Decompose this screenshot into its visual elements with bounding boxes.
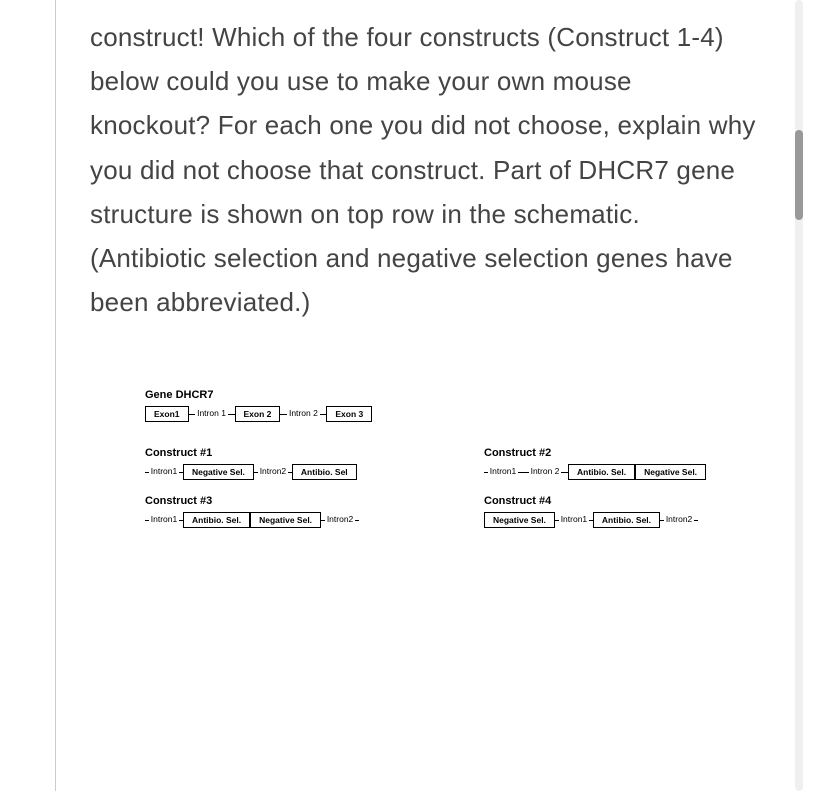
c1-seg3: Antibio. Sel	[292, 464, 357, 480]
gene-exon3: Exon 3	[326, 406, 372, 422]
c2-seg3: Negative Sel.	[635, 464, 706, 480]
c2-seg0: Intron1	[484, 472, 522, 473]
c2-seg0-label: Intron1	[488, 466, 518, 476]
c1-seg1: Negative Sel.	[183, 464, 254, 480]
gene-exon1: Exon1	[145, 406, 189, 422]
c4-seg3: Intron2	[660, 520, 698, 521]
c1-seg0: Intron1	[145, 472, 183, 473]
page-container: construct! Which of the four constructs …	[0, 0, 828, 791]
gene-intron1: Intron 1	[189, 414, 235, 415]
constructs-grid: Construct #1 Intron1 Negative Sel. Intro…	[145, 447, 768, 528]
gene-structure: Exon1 Intron 1 Exon 2 Intron 2 Exon 3	[145, 406, 768, 422]
construct-3: Construct #3 Intron1 Antibio. Sel. Negat…	[145, 495, 429, 528]
construct-3-title: Construct #3	[145, 495, 429, 507]
c2-seg2: Antibio. Sel.	[568, 464, 635, 480]
c1-seg2: Intron2	[254, 472, 292, 473]
scrollbar-track[interactable]	[795, 0, 803, 791]
question-text: construct! Which of the four constructs …	[80, 0, 768, 324]
c4-seg2: Antibio. Sel.	[593, 512, 660, 528]
c1-seg2-label: Intron2	[258, 466, 288, 476]
gene-exon2: Exon 2	[235, 406, 281, 422]
scrollbar-thumb[interactable]	[795, 130, 803, 220]
c3-seg3: Intron2	[321, 520, 359, 521]
c1-seg0-label: Intron1	[149, 466, 179, 476]
construct-2-row: Intron1 Intron 2 Antibio. Sel. Negative …	[484, 464, 768, 480]
c4-seg1: Intron1	[555, 520, 593, 521]
c4-seg1-label: Intron1	[559, 514, 589, 524]
construct-4-title: Construct #4	[484, 495, 768, 507]
c3-seg0: Intron1	[145, 520, 183, 521]
construct-2: Construct #2 Intron1 Intron 2 Antibio. S…	[484, 447, 768, 480]
gene-intron2: Intron 2	[280, 414, 326, 415]
left-border	[55, 0, 56, 791]
construct-1-row: Intron1 Negative Sel. Intron2 Antibio. S…	[145, 464, 429, 480]
c4-seg0: Negative Sel.	[484, 512, 555, 528]
construct-2-title: Construct #2	[484, 447, 768, 459]
construct-1-title: Construct #1	[145, 447, 429, 459]
c3-seg3-label: Intron2	[325, 514, 355, 524]
gene-intron2-label: Intron 2	[287, 408, 320, 418]
diagram-area: Gene DHCR7 Exon1 Intron 1 Exon 2 Intron …	[80, 389, 768, 528]
gene-intron1-label: Intron 1	[195, 408, 228, 418]
c2-seg1: Intron 2	[522, 472, 568, 473]
gene-title: Gene DHCR7	[145, 389, 768, 401]
c2-seg1-label: Intron 2	[529, 466, 562, 476]
construct-4: Construct #4 Negative Sel. Intron1 Antib…	[484, 495, 768, 528]
construct-1: Construct #1 Intron1 Negative Sel. Intro…	[145, 447, 429, 480]
c4-seg3-label: Intron2	[664, 514, 694, 524]
c3-seg1: Antibio. Sel.	[183, 512, 250, 528]
construct-4-row: Negative Sel. Intron1 Antibio. Sel. Intr…	[484, 512, 768, 528]
c3-seg0-label: Intron1	[149, 514, 179, 524]
construct-3-row: Intron1 Antibio. Sel. Negative Sel. Intr…	[145, 512, 429, 528]
c3-seg2: Negative Sel.	[250, 512, 321, 528]
